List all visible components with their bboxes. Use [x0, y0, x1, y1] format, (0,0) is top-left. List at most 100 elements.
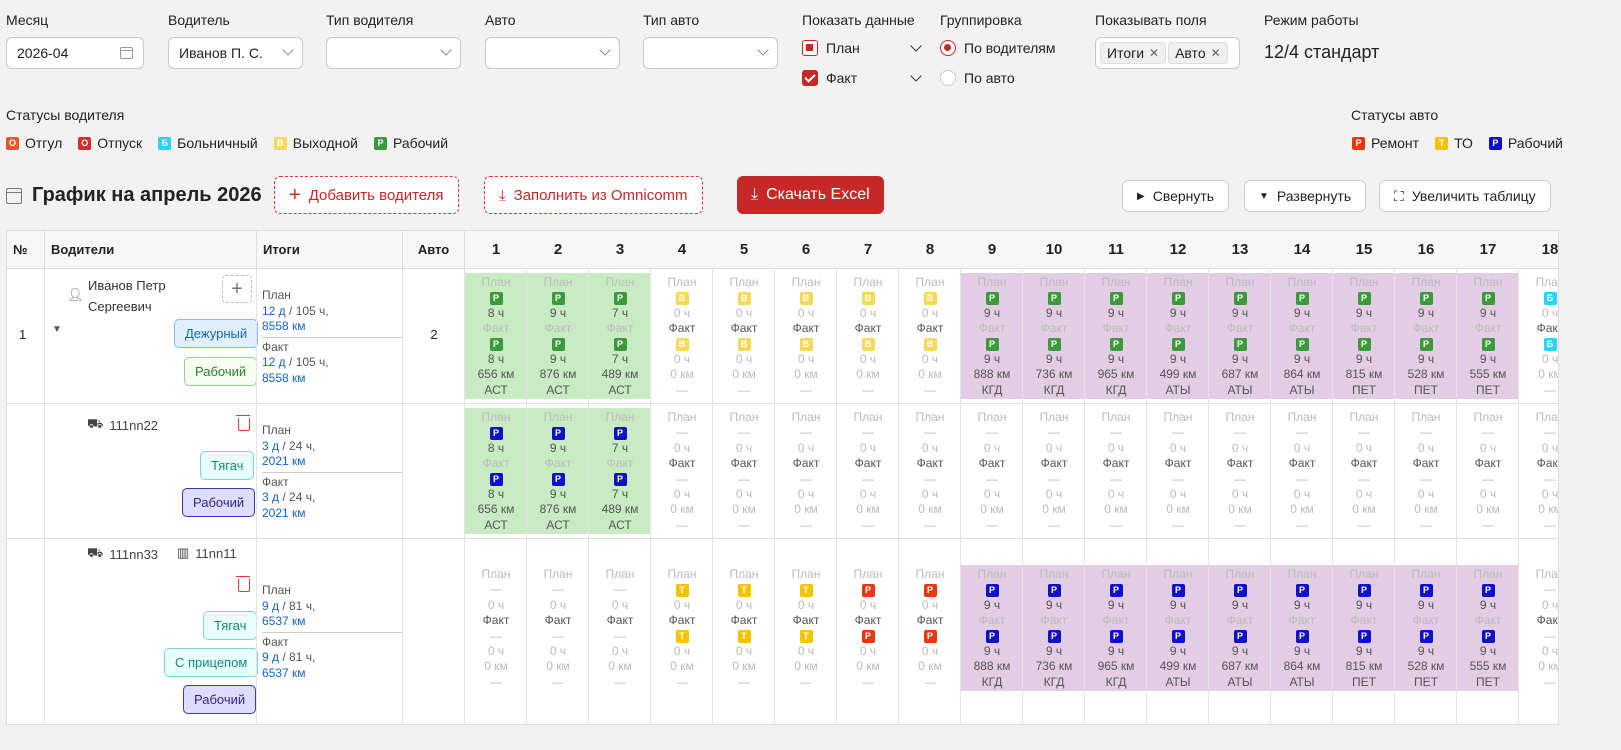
truck-number[interactable]: 111nn22	[109, 418, 158, 433]
day-cell[interactable]: План—0 чФакт—0 ч0 км—	[1519, 565, 1558, 691]
add-auto-button[interactable]: +	[222, 275, 252, 303]
day-cell[interactable]: План Т 0 ч Факт Т 0 ч0 км —	[713, 565, 775, 691]
status-badge[interactable]: Р	[861, 583, 875, 597]
status-badge[interactable]: Р	[1233, 629, 1247, 643]
status-badge[interactable]: Р	[1357, 583, 1371, 597]
group-by-drivers-radio[interactable]: По водителям	[940, 37, 1055, 59]
status-badge[interactable]: Р	[1419, 629, 1433, 643]
expand-button[interactable]: ▼ Развернуть	[1244, 180, 1367, 212]
day-cell[interactable]: План Р 9 ч Факт Р 9 ч 815 км ПЕТ	[1333, 565, 1395, 691]
day-cell[interactable]: План Т 0 ч Факт Т 0 ч0 км —	[651, 565, 713, 691]
status-badge[interactable]: Р	[1481, 629, 1495, 643]
status-badge[interactable]: Р	[1357, 629, 1371, 643]
status-badge[interactable]: В	[675, 337, 689, 351]
plan-checkbox[interactable]: План	[802, 37, 922, 59]
status-badge[interactable]: Р	[1295, 583, 1309, 597]
status-badge[interactable]: Р	[1171, 291, 1185, 305]
status-badge[interactable]: Р	[489, 426, 503, 440]
day-cell[interactable]: План Р 9 ч Факт Р 9 ч 888 км КГД	[961, 565, 1023, 691]
status-badge[interactable]: Р	[985, 337, 999, 351]
status-badge[interactable]: Б	[1543, 337, 1557, 351]
status-badge[interactable]: Р	[613, 291, 627, 305]
status-badge[interactable]: Р	[1171, 337, 1185, 351]
day-cell[interactable]: План—0 чФакт—0 ч0 км—	[899, 408, 961, 534]
auto-select[interactable]	[485, 37, 620, 69]
day-cell[interactable]: План Р 9 ч Факт Р 9 ч 687 км АТЫ	[1209, 273, 1271, 399]
day-cell[interactable]: План—0 чФакт—0 ч0 км—	[1271, 408, 1333, 534]
status-badge[interactable]: Р	[1481, 337, 1495, 351]
status-badge[interactable]: Р	[1171, 583, 1185, 597]
driver-type-select[interactable]	[326, 37, 461, 69]
status-badge[interactable]: Т	[675, 583, 689, 597]
status-badge[interactable]: Р	[489, 472, 503, 486]
show-fields-select[interactable]: Итоги ✕ Авто ✕	[1095, 37, 1240, 69]
status-badge[interactable]: Р	[1171, 629, 1185, 643]
day-cell[interactable]: План—0 чФакт—0 ч0 км—	[1333, 408, 1395, 534]
status-badge[interactable]: Р	[1109, 629, 1123, 643]
day-cell[interactable]: План—0 чФакт—0 ч0 км—	[465, 565, 527, 691]
status-badge[interactable]: Р	[985, 629, 999, 643]
day-cell[interactable]: План Р 9 ч Факт Р 9 ч 888 км КГД	[961, 273, 1023, 399]
status-badge[interactable]: Р	[1295, 629, 1309, 643]
day-cell[interactable]: План Р 0 ч Факт Р 0 ч0 км —	[837, 565, 899, 691]
status-badge[interactable]: Р	[861, 629, 875, 643]
status-badge[interactable]: В	[923, 337, 937, 351]
day-cell[interactable]: План—0 чФакт—0 ч0 км—	[1147, 408, 1209, 534]
day-cell[interactable]: План Р 9 ч Факт Р 9 ч 736 км КГД	[1023, 273, 1085, 399]
status-badge[interactable]: Р	[1233, 583, 1247, 597]
status-badge[interactable]: Т	[799, 629, 813, 643]
day-cell[interactable]: План В 0 ч Факт В 0 ч0 км —	[651, 273, 713, 399]
status-badge[interactable]: В	[799, 337, 813, 351]
status-badge[interactable]: Р	[985, 291, 999, 305]
day-cell[interactable]: План В 0 ч Факт В 0 ч0 км —	[713, 273, 775, 399]
status-badge[interactable]: Р	[1233, 337, 1247, 351]
driver-select[interactable]: Иванов П. С.	[168, 37, 303, 69]
status-badge[interactable]: Р	[613, 472, 627, 486]
status-badge[interactable]: Р	[1047, 337, 1061, 351]
add-driver-button[interactable]: + Добавить водителя	[274, 176, 459, 214]
day-cell[interactable]: План Р 9 ч Факт Р 9 ч 499 км АТЫ	[1147, 273, 1209, 399]
status-badge[interactable]: В	[675, 291, 689, 305]
status-badge[interactable]: Т	[799, 583, 813, 597]
day-cell[interactable]: План—0 чФакт—0 ч0 км—	[1209, 408, 1271, 534]
status-badge[interactable]: Б	[1543, 291, 1557, 305]
day-cell[interactable]: План—0 чФакт—0 ч0 км—	[1023, 408, 1085, 534]
status-badge[interactable]: Р	[1419, 583, 1433, 597]
status-badge[interactable]: Р	[923, 583, 937, 597]
status-badge[interactable]: Р	[1047, 583, 1061, 597]
status-badge[interactable]: Р	[613, 426, 627, 440]
status-badge[interactable]: Р	[1109, 583, 1123, 597]
day-cell[interactable]: План Р 9 ч Факт Р 9 ч 528 км ПЕТ	[1395, 273, 1457, 399]
day-cell[interactable]: План—0 чФакт—0 ч0 км—	[1519, 408, 1558, 534]
day-cell[interactable]: План Р 9 ч Факт Р 9 ч 864 км АТЫ	[1271, 565, 1333, 691]
day-cell[interactable]: План Р 9 ч Факт Р 9 ч 555 км ПЕТ	[1457, 273, 1519, 399]
status-badge[interactable]: Р	[1047, 291, 1061, 305]
day-cell[interactable]: План—0 чФакт—0 ч0 км—	[775, 408, 837, 534]
status-badge[interactable]: Р	[985, 583, 999, 597]
day-cell[interactable]: План Р 9 ч Факт Р 9 ч 876 км АСТ	[527, 273, 589, 399]
day-cell[interactable]: План В 0 ч Факт В 0 ч0 км —	[899, 273, 961, 399]
status-badge[interactable]: Р	[1047, 629, 1061, 643]
truck-number[interactable]: 111nn33	[109, 547, 158, 562]
day-cell[interactable]: План Р 9 ч Факт Р 9 ч 736 км КГД	[1023, 565, 1085, 691]
status-badge[interactable]: Т	[737, 629, 751, 643]
day-cell[interactable]: План Р 9 ч Факт Р 9 ч 499 км АТЫ	[1147, 565, 1209, 691]
close-icon[interactable]: ✕	[1211, 46, 1221, 60]
status-badge[interactable]: В	[861, 337, 875, 351]
status-badge[interactable]: Р	[1357, 337, 1371, 351]
status-badge[interactable]: Р	[1109, 337, 1123, 351]
trash-icon[interactable]	[236, 415, 250, 431]
status-badge[interactable]: Р	[489, 337, 503, 351]
day-cell[interactable]: План—0 чФакт—0 ч0 км—	[651, 408, 713, 534]
day-cell[interactable]: План Р 0 ч Факт Р 0 ч0 км —	[899, 565, 961, 691]
close-icon[interactable]: ✕	[1149, 46, 1159, 60]
status-badge[interactable]: Р	[1295, 291, 1309, 305]
status-badge[interactable]: В	[799, 291, 813, 305]
day-cell[interactable]: План Р 7 ч Факт Р 7 ч 489 км АСТ	[589, 408, 651, 534]
status-badge[interactable]: В	[861, 291, 875, 305]
download-excel-button[interactable]: ⤓ Скачать Excel	[737, 176, 884, 214]
day-cell[interactable]: План Р 9 ч Факт Р 9 ч 864 км АТЫ	[1271, 273, 1333, 399]
month-input[interactable]: 2026-04	[6, 37, 144, 69]
day-cell[interactable]: План Р 9 ч Факт Р 9 ч 965 км КГД	[1085, 273, 1147, 399]
status-badge[interactable]: Р	[551, 472, 565, 486]
